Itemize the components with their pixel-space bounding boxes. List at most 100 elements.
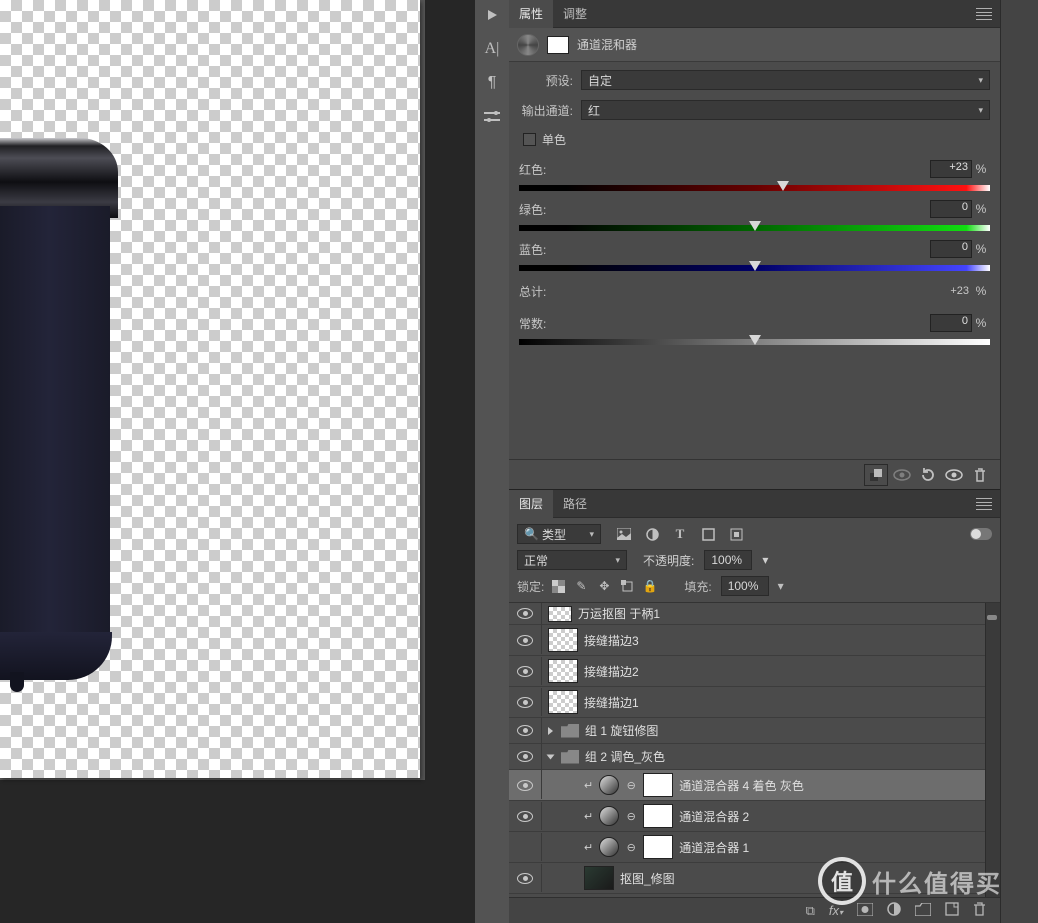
filter-type-icon[interactable]: T (671, 525, 689, 543)
layer-filter-select[interactable]: 🔍 类型▾ (517, 524, 601, 544)
link-icon[interactable]: ⊖ (625, 810, 637, 823)
red-slider-input[interactable]: +23 (930, 160, 972, 178)
visibility-icon[interactable] (515, 806, 535, 826)
add-mask-icon[interactable] (857, 903, 873, 919)
visibility-icon[interactable] (515, 661, 535, 681)
layer-list[interactable]: 万运抠图 于柄1 接缝描边3 接缝描边2 接缝描边1 组 1 (509, 602, 1000, 897)
layer-thumbnail[interactable] (548, 628, 578, 652)
layers-footer: ⧉ fx▾ (509, 897, 1000, 923)
preset-select[interactable]: 自定▾ (581, 70, 990, 90)
opacity-label: 不透明度: (643, 552, 694, 569)
blue-slider-track[interactable] (519, 262, 990, 274)
reset-icon[interactable] (916, 464, 940, 486)
lock-position-icon[interactable]: ✥ (595, 577, 613, 595)
canvas-region[interactable] (0, 0, 475, 923)
mask-thumbnail[interactable] (643, 773, 673, 797)
new-layer-icon[interactable] (945, 902, 959, 919)
panel-menu-icon[interactable] (976, 8, 992, 20)
layer-row[interactable]: 接缝描边1 (509, 687, 1000, 718)
constant-input[interactable]: 0 (930, 314, 972, 332)
layer-name: 抠图_修图 (620, 870, 675, 887)
lock-transparency-icon[interactable] (549, 577, 567, 595)
layer-thumbnail[interactable] (548, 606, 572, 622)
paragraph-icon[interactable]: ¶ (483, 74, 501, 92)
blue-slider-label: 蓝色: (519, 241, 930, 258)
filter-toggle[interactable] (970, 528, 992, 540)
link-icon[interactable]: ⊖ (625, 841, 637, 854)
tab-adjustments[interactable]: 调整 (553, 0, 597, 28)
constant-slider-track[interactable] (519, 336, 990, 348)
layer-row[interactable]: 抠图_修图 (509, 863, 1000, 894)
layer-thumbnail[interactable] (548, 659, 578, 683)
layer-row[interactable]: 万运抠图 于柄1 (509, 603, 1000, 625)
toggle-visibility-icon[interactable] (942, 464, 966, 486)
layer-row[interactable]: 接缝描边2 (509, 656, 1000, 687)
new-group-icon[interactable] (915, 903, 931, 919)
monochrome-checkbox[interactable] (523, 133, 536, 146)
collapsed-panel-column[interactable] (1000, 0, 1038, 923)
visibility-icon[interactable] (515, 721, 535, 741)
filter-adjustment-icon[interactable] (643, 525, 661, 543)
opacity-dropdown-icon[interactable]: ▾ (758, 553, 772, 567)
visibility-icon[interactable] (515, 692, 535, 712)
tab-paths[interactable]: 路径 (553, 490, 597, 518)
output-channel-select[interactable]: 红▾ (581, 100, 990, 120)
fill-input[interactable]: 100% (721, 576, 769, 596)
filter-shape-icon[interactable] (699, 525, 717, 543)
lock-artboard-icon[interactable] (618, 577, 636, 595)
layer-thumbnail[interactable] (584, 866, 614, 890)
filter-image-icon[interactable] (615, 525, 633, 543)
adjustment-thumbnail[interactable] (599, 837, 619, 857)
folder-icon (561, 724, 579, 738)
mask-thumbnail[interactable] (643, 835, 673, 859)
layer-row[interactable]: ↵ ⊖ 通道混合器 1 (509, 832, 1000, 863)
mask-thumbnail[interactable] (643, 804, 673, 828)
fill-dropdown-icon[interactable]: ▾ (774, 579, 788, 593)
play-icon[interactable] (483, 6, 501, 24)
panel-menu-icon[interactable] (976, 498, 992, 510)
layer-style-icon[interactable]: fx▾ (829, 903, 843, 918)
adjustment-thumbnail[interactable] (599, 775, 619, 795)
adjustment-title: 通道混和器 (577, 36, 637, 53)
layer-group-row[interactable]: 组 2 调色_灰色 (509, 744, 1000, 770)
view-previous-icon[interactable] (890, 464, 914, 486)
document-area[interactable] (0, 0, 425, 780)
delete-layer-icon[interactable] (973, 902, 986, 920)
delete-icon[interactable] (968, 464, 992, 486)
green-slider-label: 绿色: (519, 201, 930, 218)
mask-icon[interactable] (547, 36, 569, 54)
layer-group-row[interactable]: 组 1 旋钮修图 (509, 718, 1000, 744)
tab-layers[interactable]: 图层 (509, 490, 553, 518)
green-slider-input[interactable]: 0 (930, 200, 972, 218)
link-icon[interactable]: ⊖ (625, 779, 637, 792)
visibility-icon[interactable] (515, 868, 535, 888)
clip-to-layer-icon[interactable] (864, 464, 888, 486)
sliders-icon[interactable] (483, 108, 501, 126)
visibility-icon[interactable] (515, 747, 535, 767)
visibility-icon[interactable] (515, 775, 535, 795)
blue-slider-input[interactable]: 0 (930, 240, 972, 258)
red-slider-track[interactable] (519, 182, 990, 194)
visibility-icon[interactable] (515, 604, 535, 624)
layer-row[interactable]: ↵ ⊖ 通道混合器 4 着色 灰色 (509, 770, 1000, 801)
visibility-icon[interactable] (515, 630, 535, 650)
link-layers-icon[interactable]: ⧉ (806, 903, 815, 919)
new-adjustment-icon[interactable] (887, 902, 901, 919)
layer-row[interactable]: ↵ ⊖ 通道混合器 2 (509, 801, 1000, 832)
adjustment-thumbnail[interactable] (599, 806, 619, 826)
type-icon[interactable]: A| (483, 40, 501, 58)
layer-row[interactable]: 接缝描边3 (509, 625, 1000, 656)
scrollbar[interactable] (985, 603, 1000, 897)
expand-icon[interactable] (548, 727, 553, 735)
blend-mode-select[interactable]: 正常▾ (517, 550, 627, 570)
lock-image-icon[interactable]: ✎ (572, 577, 590, 595)
opacity-input[interactable]: 100% (704, 550, 752, 570)
green-slider-track[interactable] (519, 222, 990, 234)
collapse-icon[interactable] (547, 754, 555, 759)
toolstrip: A| ¶ (475, 0, 509, 923)
layer-thumbnail[interactable] (548, 690, 578, 714)
filter-smart-icon[interactable] (727, 525, 745, 543)
tab-properties[interactable]: 属性 (509, 0, 553, 28)
clip-indicator-icon: ↵ (584, 810, 593, 823)
lock-all-icon[interactable]: 🔒 (641, 577, 659, 595)
